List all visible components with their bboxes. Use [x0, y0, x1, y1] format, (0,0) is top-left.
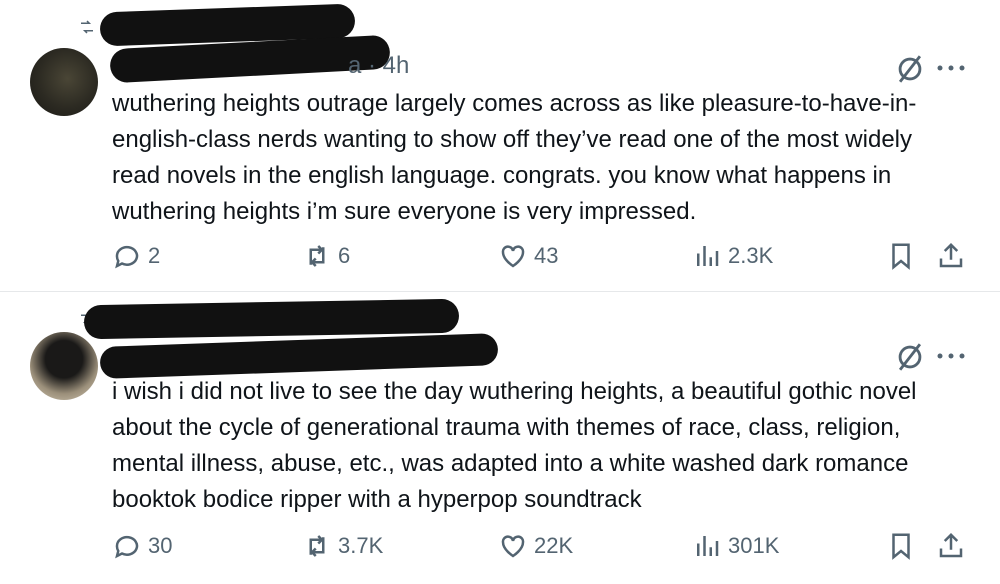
handle-time: a · 4h: [348, 52, 409, 80]
views-button[interactable]: 301K: [692, 526, 779, 566]
tweet-text: i wish i did not live to see the day wut…: [112, 378, 917, 513]
bookmark-icon: [892, 533, 910, 560]
action-bar: 30 3.7K 22K 301K: [0, 526, 1000, 566]
reply-count: 2: [148, 243, 161, 268]
share-button[interactable]: [936, 236, 966, 276]
more-icon[interactable]: [934, 58, 968, 83]
like-count: 22K: [534, 533, 574, 558]
like-icon: [501, 245, 525, 268]
avatar[interactable]: [30, 332, 98, 400]
bookmark-icon: [892, 243, 910, 270]
share-icon: [939, 242, 963, 268]
reply-count: 30: [148, 533, 173, 558]
action-bar: 2 6 43 2.3K: [0, 236, 1000, 276]
views-icon: [697, 536, 719, 556]
avatar[interactable]: [30, 48, 98, 116]
like-count: 43: [534, 243, 559, 268]
repost-icon: [309, 535, 325, 557]
like-icon: [501, 535, 525, 558]
like-button[interactable]: 43: [498, 236, 558, 276]
repost-count: 6: [338, 243, 351, 268]
repost-icon: [309, 245, 325, 267]
more-icon[interactable]: [934, 346, 968, 371]
bookmark-button[interactable]: [886, 526, 916, 566]
repost-count: 3.7K: [338, 533, 384, 558]
views-button[interactable]: 2.3K: [692, 236, 773, 276]
handle-suffix: a · 4h: [348, 52, 410, 79]
views-count: 301K: [728, 533, 780, 558]
redacted-name: [83, 298, 460, 340]
redacted-name-2: [99, 333, 499, 379]
bookmark-button[interactable]: [886, 236, 916, 276]
like-button[interactable]: 22K: [498, 526, 573, 566]
reply-button[interactable]: 2: [112, 236, 160, 276]
reply-icon: [115, 535, 139, 559]
reply-icon: [115, 245, 139, 269]
share-icon: [939, 532, 963, 558]
repost-button[interactable]: 6: [302, 236, 350, 276]
retweet-indicator-icon: [76, 18, 98, 42]
tweet-2[interactable]: i wish i did not live to see the day wut…: [0, 292, 1000, 584]
tweet-1[interactable]: a · 4h wuthering heights outrage largely…: [0, 0, 1000, 292]
reply-button[interactable]: 30: [112, 526, 172, 566]
views-count: 2.3K: [728, 243, 774, 268]
views-icon: [697, 246, 719, 266]
repost-button[interactable]: 3.7K: [302, 526, 383, 566]
share-button[interactable]: [936, 526, 966, 566]
tweet-text: wuthering heights outrage largely comes …: [112, 90, 917, 225]
